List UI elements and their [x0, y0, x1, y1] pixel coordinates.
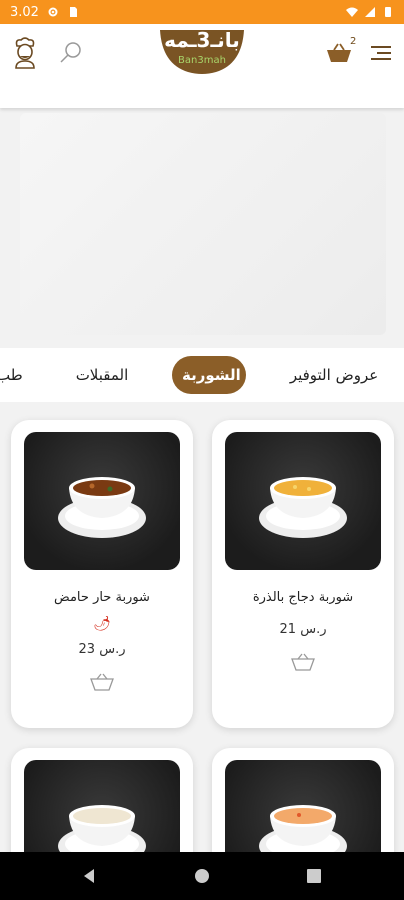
menu-button[interactable]	[364, 36, 398, 70]
search-button[interactable]	[54, 36, 88, 70]
product-price: 21 ر.س	[279, 622, 327, 637]
wifi-icon	[346, 7, 358, 17]
status-bar: 3.02	[0, 0, 404, 24]
logo-subtext: Ban3mah	[178, 55, 226, 66]
settings-icon	[48, 7, 58, 17]
status-time: 3.02	[10, 4, 39, 20]
promo-banner[interactable]	[20, 113, 386, 335]
tab-more[interactable]: اطب	[0, 356, 24, 394]
cart-icon	[327, 43, 351, 62]
product-card[interactable]: شوربة دجاج بالذرة 21 ر.س	[212, 420, 394, 728]
product-price: 23 ر.س	[78, 642, 126, 657]
battery-icon	[385, 7, 391, 17]
add-to-cart-icon[interactable]	[89, 672, 115, 692]
product-name: شوربة دجاج بالذرة	[252, 590, 354, 605]
home-icon[interactable]	[192, 866, 212, 886]
cart-count-badge: 2	[350, 36, 357, 47]
chef-profile-button[interactable]	[8, 36, 42, 70]
recents-icon[interactable]	[304, 866, 324, 886]
product-image	[225, 432, 381, 570]
chef-icon	[15, 37, 35, 69]
spicy-chili-icon: 🌶	[93, 616, 111, 632]
menu-icon	[371, 46, 391, 60]
product-card[interactable]: شوربة حار حامض 🌶 23 ر.س	[11, 420, 193, 728]
tab-offers[interactable]: عروض التوفير	[286, 356, 382, 394]
system-nav-bar	[0, 852, 404, 900]
tab-soups[interactable]: الشوربة	[172, 356, 246, 394]
tab-appetizers[interactable]: المقبلات	[70, 356, 134, 394]
product-image	[24, 432, 180, 570]
category-tabs: عروض التوفير الشوربة المقبلات اطب	[0, 348, 404, 402]
product-name: شوربة حار حامض	[54, 590, 150, 605]
app-header: بانـ3ـمه Ban3mah 2	[0, 24, 404, 108]
logo-text: بانـ3ـمه	[164, 28, 240, 52]
signal-icon	[365, 7, 375, 17]
sd-card-icon	[69, 7, 77, 17]
search-icon	[60, 42, 81, 63]
add-to-cart-icon[interactable]	[290, 652, 316, 672]
back-icon[interactable]	[80, 866, 100, 886]
brand-logo[interactable]: بانـ3ـمه Ban3mah	[156, 28, 248, 80]
